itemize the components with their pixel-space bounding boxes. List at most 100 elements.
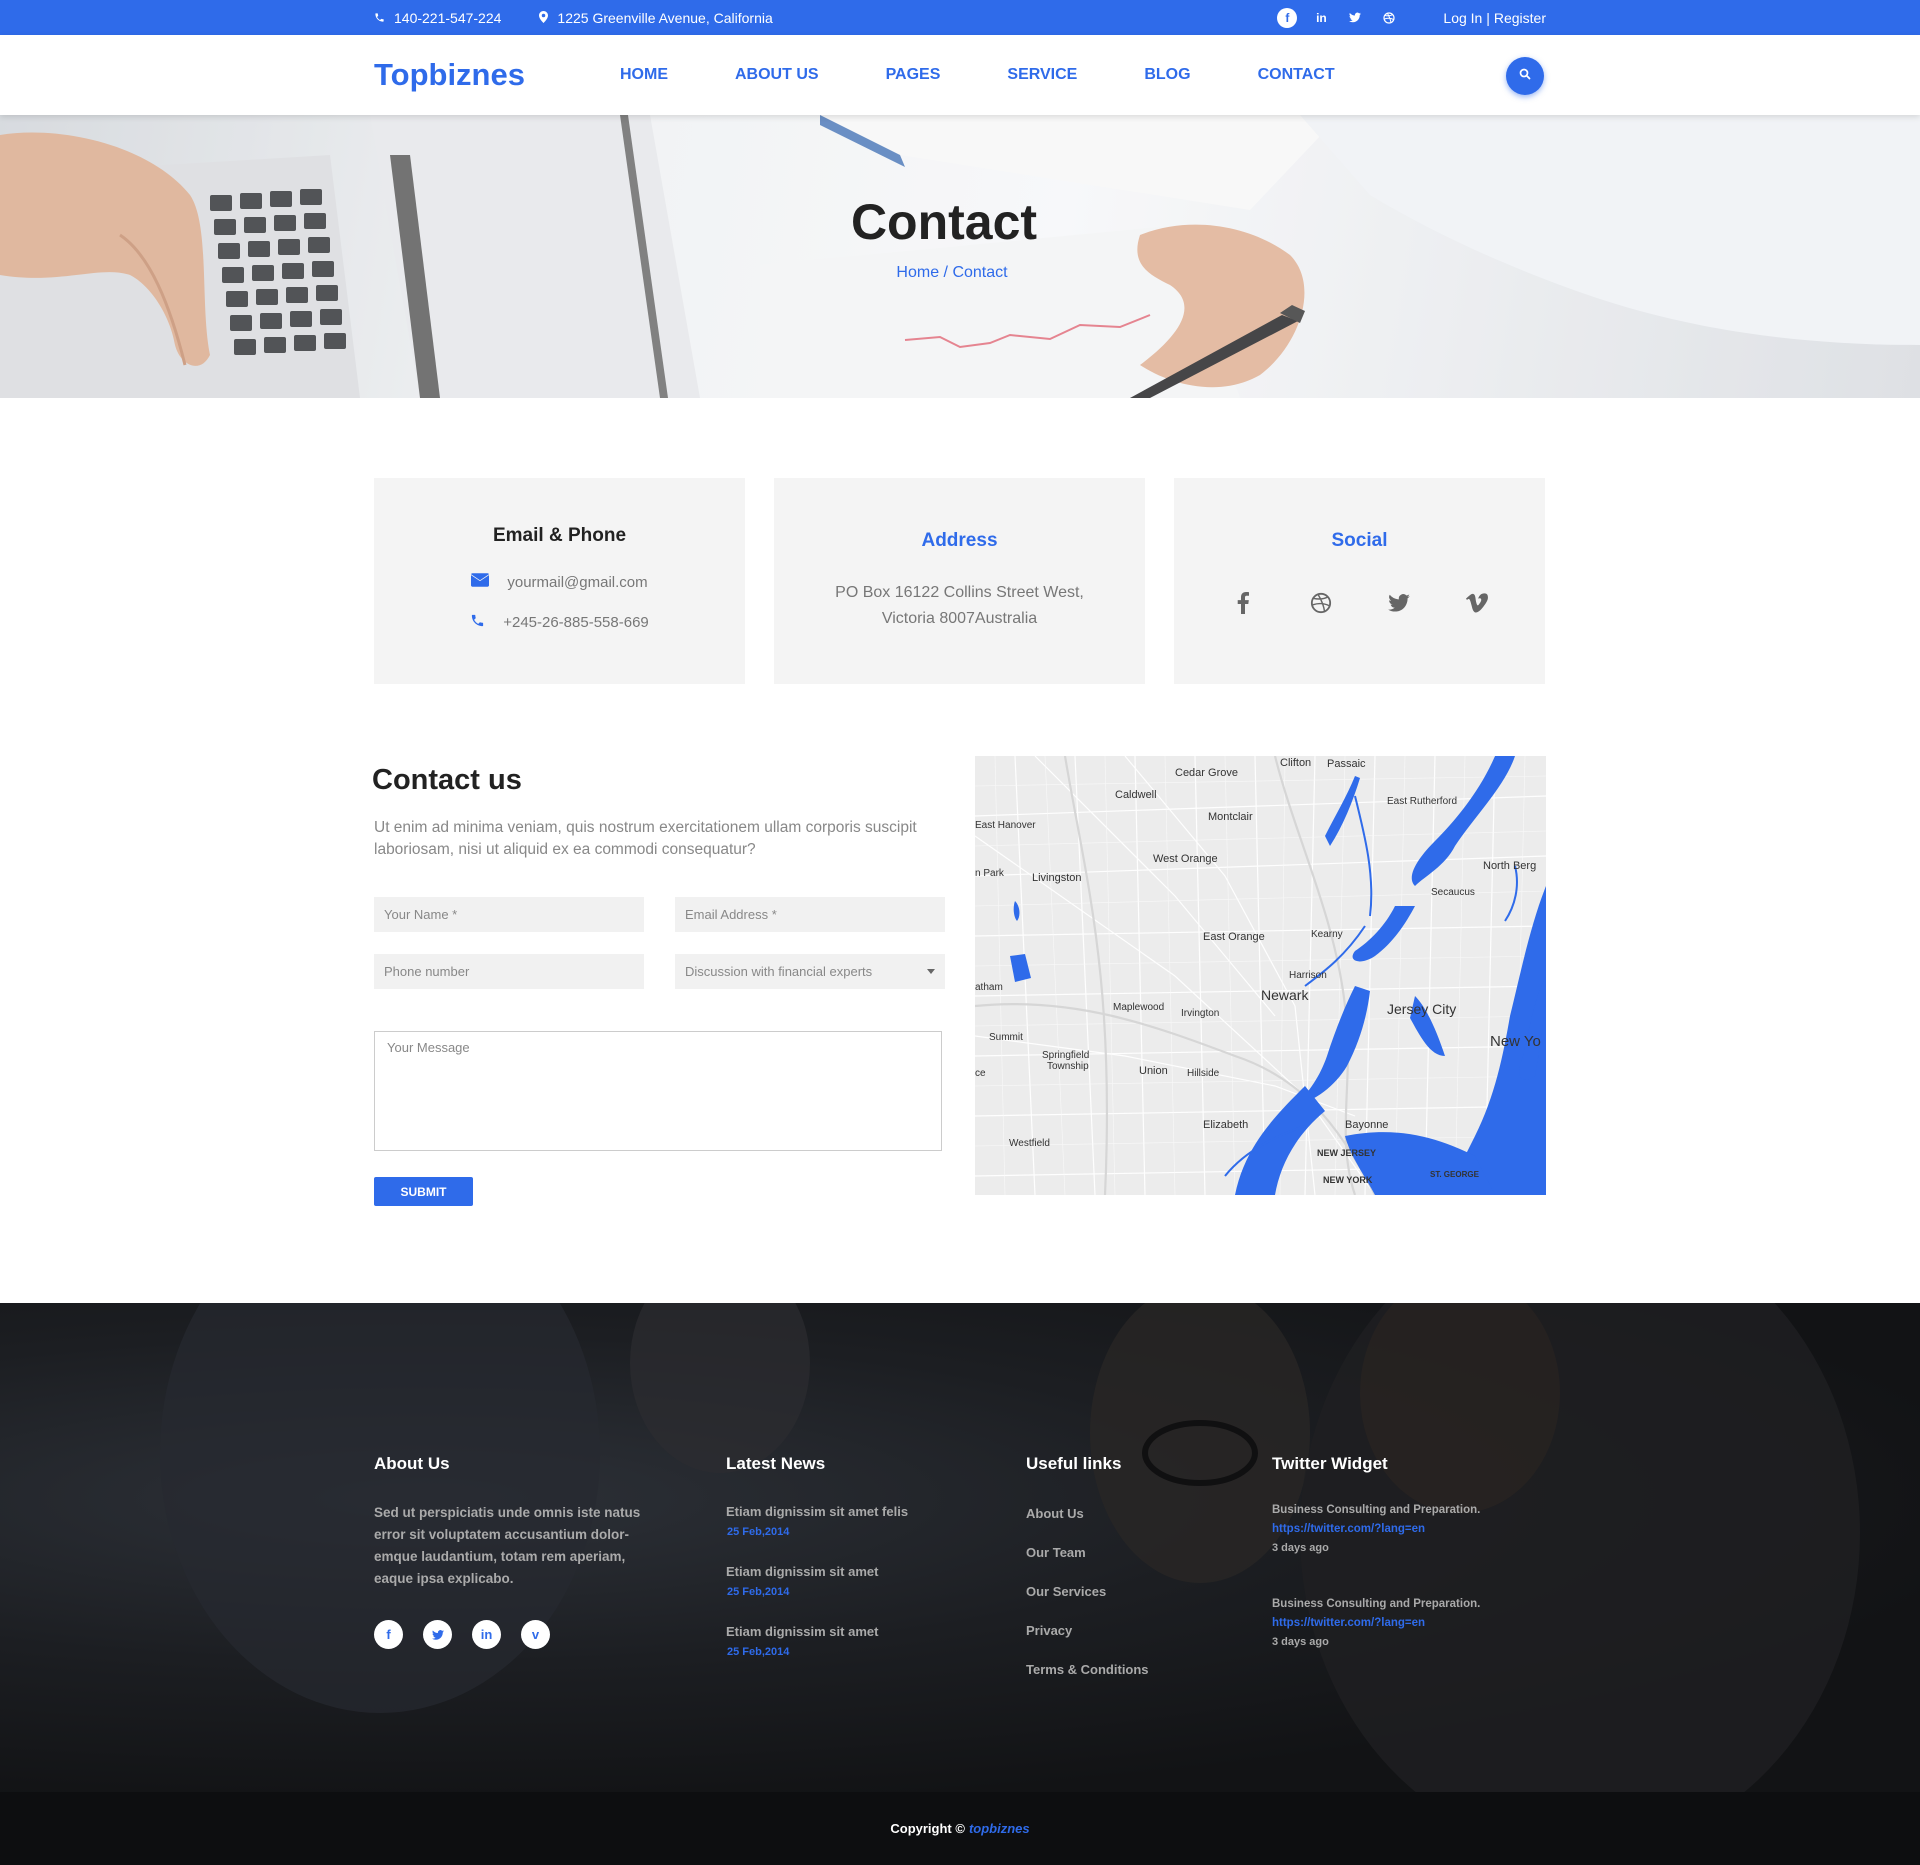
topbar-address-text: 1225 Greenville Avenue, California	[557, 9, 773, 26]
register-link[interactable]: Register	[1494, 10, 1546, 26]
footer-social: f in v	[374, 1620, 644, 1649]
map-label-st-george: ST. GEORGE	[1430, 1170, 1480, 1179]
form-row-2: Phone number Discussion with financial e…	[374, 954, 948, 989]
footer-twitter-title: Twitter Widget	[1272, 1454, 1388, 1473]
map-label-livingston: Livingston	[1032, 872, 1082, 884]
news-item[interactable]: Etiam dignissim sit amet felis 25 Feb,20…	[726, 1504, 946, 1538]
nav-about-us[interactable]: ABOUT US	[735, 66, 819, 84]
contact-section: Contact us Ut enim ad minima veniam, qui…	[372, 756, 1546, 1206]
dribbble-icon[interactable]	[1379, 8, 1399, 28]
form-row-1: Your Name * Email Address *	[374, 897, 948, 932]
location-map[interactable]: Clifton Passaic Cedar Grove Caldwell Eas…	[975, 756, 1546, 1195]
copyright-brand-link[interactable]: topbiznes	[969, 1821, 1030, 1836]
email-input[interactable]: Email Address *	[675, 897, 945, 932]
social-title: Social	[1331, 530, 1388, 551]
phone-icon	[374, 10, 385, 26]
footer-link-about-us[interactable]: About Us	[1026, 1506, 1226, 1521]
footer-about: About Us Sed ut perspiciatis unde omnis …	[374, 1454, 644, 1649]
map-canvas[interactable]: Clifton Passaic Cedar Grove Caldwell Eas…	[975, 756, 1546, 1195]
footer-link-our-services[interactable]: Our Services	[1026, 1584, 1226, 1599]
news-item[interactable]: Etiam dignissim sit amet 25 Feb,2014	[726, 1564, 946, 1598]
map-label-westfield: Westfield	[1009, 1138, 1050, 1149]
news-item-date: 25 Feb,2014	[727, 1526, 790, 1538]
map-label-caldwell: Caldwell	[1115, 789, 1157, 801]
map-label-cedar-grove: Cedar Grove	[1175, 767, 1238, 779]
map-label-elizabeth: Elizabeth	[1203, 1119, 1248, 1131]
nav-contact[interactable]: CONTACT	[1258, 66, 1335, 84]
email-text: yourmail@gmail.com	[507, 573, 648, 591]
phone-input[interactable]: Phone number	[374, 954, 644, 989]
name-input[interactable]: Your Name *	[374, 897, 644, 932]
map-label-park: n Park	[975, 868, 1005, 879]
map-label-north-bergen: North Berg	[1483, 860, 1536, 872]
address-card: Address PO Box 16122 Collins Street West…	[774, 478, 1145, 684]
linkedin-icon[interactable]: in	[472, 1620, 501, 1649]
vimeo-icon[interactable]: v	[521, 1620, 550, 1649]
map-label-east-orange: East Orange	[1203, 931, 1265, 943]
dribbble-icon[interactable]	[1306, 588, 1336, 618]
map-label-new-jersey: NEW JERSEY	[1317, 1148, 1376, 1158]
login-link[interactable]: Log In |	[1443, 10, 1489, 26]
footer-link-terms[interactable]: Terms & Conditions	[1026, 1662, 1226, 1677]
page-title: Contact	[850, 194, 1038, 250]
news-item[interactable]: Etiam dignissim sit amet 25 Feb,2014	[726, 1624, 946, 1658]
social-card: Social	[1174, 478, 1545, 684]
nav-blog[interactable]: BLOG	[1144, 66, 1190, 84]
nav-home[interactable]: HOME	[620, 66, 668, 84]
twitter-icon[interactable]	[423, 1620, 452, 1649]
tweet-text: Business Consulting and Preparation.	[1272, 1504, 1481, 1516]
tweet-text: Business Consulting and Preparation.	[1272, 1598, 1481, 1610]
news-item-date: 25 Feb,2014	[727, 1586, 790, 1598]
linkedin-icon[interactable]: in	[1311, 8, 1331, 28]
facebook-icon[interactable]	[1228, 588, 1258, 618]
nav-pages[interactable]: PAGES	[886, 66, 941, 84]
footer-about-text: Sed ut perspiciatis unde omnis iste natu…	[374, 1505, 641, 1586]
main-header: Topbiznes HOME ABOUT US PAGES SERVICE BL…	[0, 35, 1920, 115]
submit-button[interactable]: SUBMIT	[374, 1177, 473, 1206]
tweet-time: 3 days ago	[1272, 1542, 1329, 1554]
contact-intro: Ut enim ad minima veniam, quis nostrum e…	[374, 819, 917, 858]
map-label-new-york: New Yo	[1490, 1033, 1541, 1050]
address-title: Address	[921, 530, 998, 551]
map-label-summit: Summit	[989, 1032, 1023, 1043]
search-button[interactable]	[1506, 57, 1544, 95]
hero-background-image	[0, 115, 1920, 398]
email-line[interactable]: yourmail@gmail.com	[374, 573, 745, 591]
map-label-hillside: Hillside	[1187, 1068, 1220, 1079]
tweet-link[interactable]: https://twitter.com/?lang=en	[1272, 1617, 1532, 1629]
nav-service[interactable]: SERVICE	[1007, 66, 1077, 84]
footer-link-privacy[interactable]: Privacy	[1026, 1623, 1226, 1638]
map-label-bayonne: Bayonne	[1345, 1119, 1388, 1131]
facebook-icon[interactable]: f	[374, 1620, 403, 1649]
map-label-ce: ce	[975, 1068, 986, 1079]
copyright-text: Copyright ©	[890, 1821, 965, 1836]
tweet-link[interactable]: https://twitter.com/?lang=en	[1272, 1523, 1532, 1535]
footer-links-list: About Us Our Team Our Services Privacy T…	[1026, 1506, 1226, 1677]
tweet-item: Business Consulting and Preparation. htt…	[1272, 1504, 1532, 1554]
map-label-east-rutherford: East Rutherford	[1387, 796, 1457, 807]
map-label-west-orange: West Orange	[1153, 853, 1218, 865]
address-text: PO Box 16122 Collins Street West, Victor…	[774, 580, 1145, 632]
facebook-icon[interactable]: f	[1277, 7, 1298, 28]
tweet-time: 3 days ago	[1272, 1636, 1329, 1648]
topbar-phone[interactable]: 140-221-547-224	[374, 10, 501, 26]
topbar-auth: Log In | Register	[1443, 10, 1546, 26]
twitter-icon[interactable]	[1345, 8, 1365, 28]
topic-select[interactable]: Discussion with financial experts	[675, 954, 945, 989]
map-label-montclair: Montclair	[1208, 811, 1253, 823]
map-label-secaucus: Secaucus	[1431, 887, 1475, 898]
phone-line[interactable]: +245-26-885-558-669	[374, 613, 745, 632]
map-label-passaic: Passaic	[1327, 758, 1366, 770]
footer-link-our-team[interactable]: Our Team	[1026, 1545, 1226, 1560]
breadcrumb[interactable]: Home / Contact	[0, 264, 1912, 282]
site-logo[interactable]: Topbiznes	[374, 57, 620, 93]
map-label-harrison: Harrison	[1289, 970, 1327, 981]
vimeo-icon[interactable]	[1462, 588, 1492, 618]
topbar-phone-text: 140-221-547-224	[394, 9, 502, 26]
map-label-newark: Newark	[1261, 987, 1309, 1003]
twitter-icon[interactable]	[1384, 588, 1414, 618]
message-textarea[interactable]: Your Message	[374, 1031, 942, 1151]
footer-twitter-widget: Twitter Widget Business Consulting and P…	[1272, 1454, 1532, 1648]
contact-title: Contact us	[372, 764, 522, 796]
map-label-east-hanover: East Hanover	[975, 820, 1036, 831]
